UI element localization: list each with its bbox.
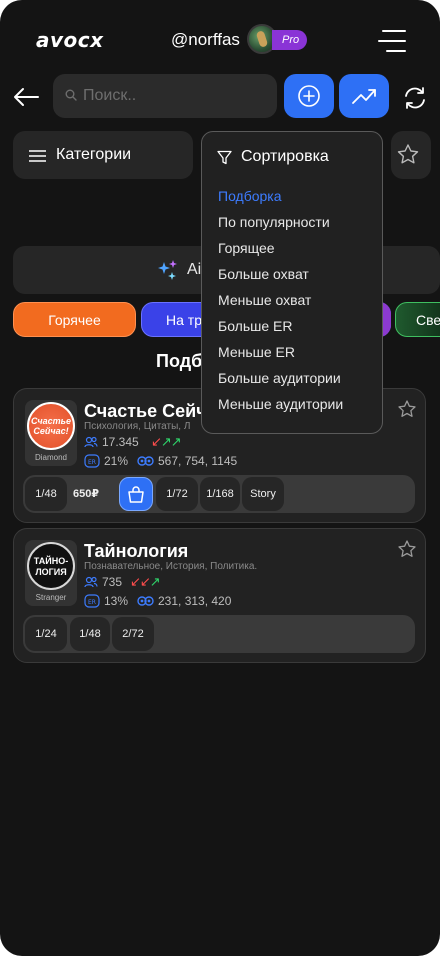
ai-label: Ai (187, 261, 202, 278)
channel-logo-text: Счастье Сейчас! (31, 416, 71, 436)
slot-button[interactable]: 1/24 (25, 617, 67, 651)
er-stat: ER 21% (84, 454, 128, 468)
sort-option[interactable]: По популярности (218, 214, 343, 240)
ad-slots: 1/24 1/48 2/72 (23, 615, 415, 653)
chip-green[interactable]: Све (395, 302, 440, 337)
search-box (53, 74, 277, 118)
sort-header[interactable]: Сортировка (217, 146, 329, 168)
slot-button[interactable]: 2/72 (112, 617, 154, 651)
sort-options: Подборка По популярности Горящее Больше охв… (218, 188, 343, 422)
trend-arrows: ↙↗↗ (151, 434, 182, 449)
sort-option[interactable]: Больше ER (218, 318, 343, 344)
trending-button[interactable] (339, 74, 389, 118)
channel-logo: Счастье Сейчас! Diamond (25, 400, 77, 466)
sort-dropdown: Сортировка Подборка По популярности Горяще… (201, 131, 383, 434)
slot-price: 650₽ (72, 488, 99, 500)
sort-option[interactable]: Больше аудитории (218, 370, 343, 396)
channel-title: Тайнология (84, 541, 189, 561)
reach-stat: 567, 754, 1145 (137, 454, 237, 468)
channel-categories: Познавательное, История, Политика. (84, 561, 258, 572)
sort-label: Сортировка (241, 148, 329, 165)
add-button[interactable] (284, 74, 334, 118)
refresh-icon (405, 87, 425, 109)
slot-button[interactable]: Story (242, 477, 284, 511)
slot-button[interactable]: 1/48 (25, 477, 67, 511)
slot-button[interactable]: 1/72 (156, 477, 198, 511)
tier-label: Stranger (35, 593, 67, 602)
er-stat: ER 13% (84, 594, 128, 608)
slot-button[interactable]: 1/48 (70, 617, 110, 651)
sort-option[interactable]: Меньше аудитории (218, 396, 343, 422)
sort-option[interactable]: Больше охват (218, 266, 343, 292)
categories-label: Категории (56, 146, 132, 163)
star-icon (397, 144, 419, 164)
er-icon: ER (84, 594, 100, 608)
users-icon (84, 576, 98, 588)
app-screen: avocx @norffas Pro Поиск.. Категории Ai … (0, 0, 440, 956)
pro-badge: Pro (272, 30, 308, 50)
favorite-star-icon[interactable] (397, 539, 417, 559)
subscribers-stat: 17.345 (84, 435, 139, 449)
ad-slots: 1/48 650₽ 1/72 1/168 Story (23, 475, 415, 513)
plus-circle-icon (298, 85, 320, 107)
cart-button[interactable] (119, 477, 153, 511)
refresh-button[interactable] (402, 85, 428, 111)
favorites-button[interactable] (391, 131, 431, 179)
users-icon (84, 436, 98, 448)
channel-logo-text: ТАЙНО-ЛОГИЯ (33, 556, 69, 577)
list-icon (29, 150, 46, 162)
eye-icon (137, 596, 154, 606)
menu-icon (382, 30, 406, 32)
search-icon (65, 89, 77, 101)
back-button[interactable] (12, 85, 40, 109)
slot-button[interactable]: 1/168 (200, 477, 240, 511)
favorite-star-icon[interactable] (397, 399, 417, 419)
eye-icon (137, 456, 154, 466)
tier-label: Diamond (34, 453, 67, 462)
basket-icon (128, 486, 144, 503)
username[interactable]: @norffas (171, 30, 240, 50)
channel-logo: ТАЙНО-ЛОГИЯ Stranger (25, 540, 77, 606)
sort-option[interactable]: Меньше охват (218, 292, 343, 318)
svg-text:ER: ER (88, 459, 96, 466)
sort-option[interactable]: Меньше ER (218, 344, 343, 370)
sort-option[interactable]: Подборка (218, 188, 343, 214)
sparkles-icon (158, 260, 177, 280)
chip-hot[interactable]: Горячее (13, 302, 136, 337)
categories-button[interactable]: Категории (13, 131, 193, 179)
channel-card[interactable]: ТАЙНО-ЛОГИЯ Stranger Тайнология Познават… (13, 528, 426, 663)
subscribers-stat: 735 (84, 575, 122, 589)
reach-stat: 231, 313, 420 (137, 594, 231, 608)
er-icon: ER (84, 454, 100, 468)
trending-up-icon (352, 89, 376, 104)
search-input[interactable] (83, 74, 268, 118)
channel-title: Счастье Сейч (84, 401, 207, 421)
arrow-left-icon (14, 88, 39, 106)
app-logo[interactable]: avocx (36, 28, 104, 52)
section-title: Подб (156, 351, 203, 371)
sort-option[interactable]: Горящее (218, 240, 343, 266)
svg-text:ER: ER (88, 599, 96, 606)
channel-categories: Психология, Цитаты, Л (84, 421, 191, 432)
menu-button[interactable] (378, 30, 406, 52)
filter-icon (217, 150, 232, 164)
trend-arrows: ↙↙↗ (130, 574, 161, 589)
